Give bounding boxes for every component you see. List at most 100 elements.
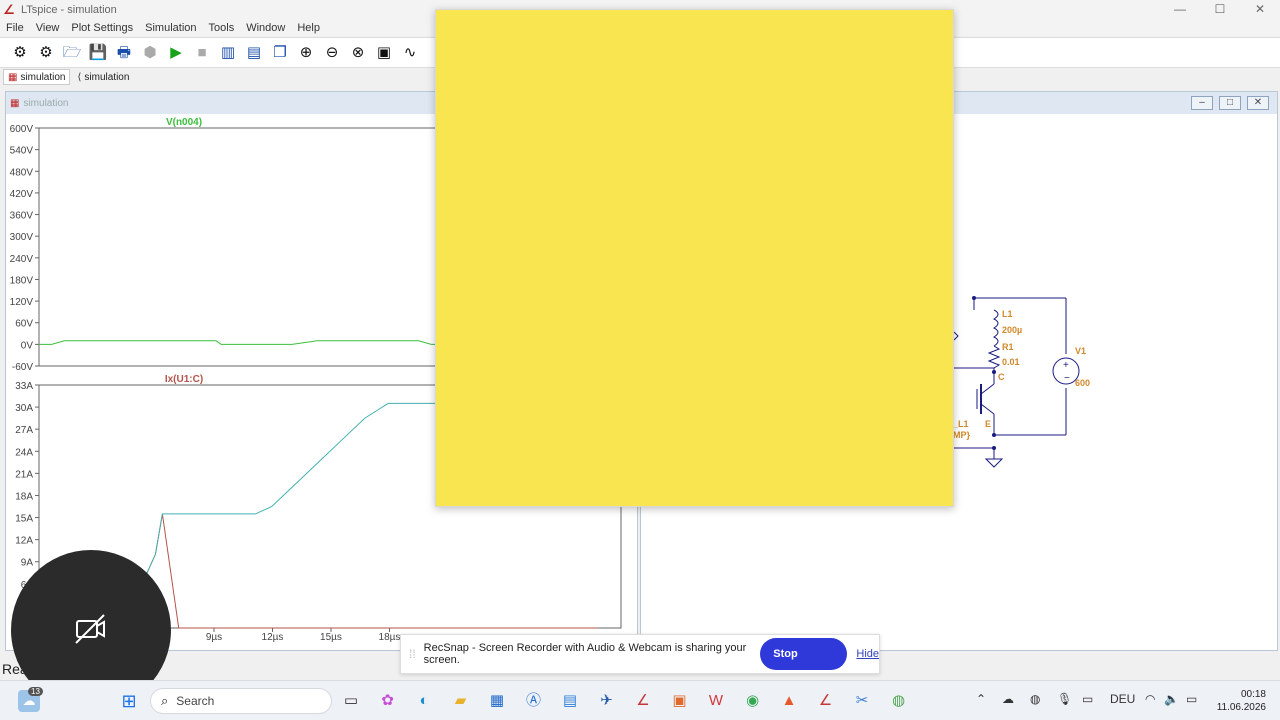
notepad-icon[interactable]: ▤	[559, 690, 581, 712]
pdf-reader-icon[interactable]: ▲	[778, 690, 800, 712]
menu-tools[interactable]: Tools	[203, 22, 241, 34]
clock[interactable]: 00:18 11.06.2026	[1217, 688, 1266, 714]
model-label-1: _L1	[952, 419, 969, 429]
close-button[interactable]: ✕	[1240, 0, 1280, 20]
weather-badge: 13	[28, 687, 43, 696]
tab-label: simulation	[84, 71, 130, 83]
y-tick-label: 33A	[15, 381, 33, 392]
taskbar: ☁ ⊞ ⌕ Search ▭ ✿ ◐ ▰ ▦ Ⓐ ▤ ✈ ∠ ▣ W ◉ ▲ ∠ ✂ ◍ ⌃ ☁ ◍ 🎙 ▭ …	[0, 680, 1280, 720]
waveform-window-title: simulation	[23, 97, 69, 109]
menu-help[interactable]: Help	[291, 22, 326, 34]
menu-file[interactable]: File	[0, 22, 30, 34]
copilot-icon[interactable]: ✿	[377, 690, 399, 712]
app-tray-icon[interactable]: ▭	[1082, 692, 1093, 706]
network-tray-icon[interactable]: ◍	[1030, 692, 1040, 706]
print-icon[interactable]: 🖶	[114, 43, 134, 63]
zoom-fit-icon[interactable]: ⊗	[348, 43, 368, 63]
menu-plot-settings[interactable]: Plot Settings	[65, 22, 139, 34]
junction-dot	[972, 296, 976, 300]
halt-icon[interactable]: ⬢	[140, 43, 160, 63]
office-icon[interactable]: ▣	[669, 690, 691, 712]
close-button[interactable]: ✕	[1247, 96, 1269, 110]
tile-vertical-icon[interactable]: ▥	[218, 43, 238, 63]
junction-dot	[992, 370, 996, 374]
y-tick-label: 21A	[15, 469, 33, 480]
schematic-window-controls: – □ ✕	[1191, 96, 1269, 110]
tab-waveform[interactable]: ▦ simulation	[3, 69, 71, 85]
r1-value: 0.01	[1002, 357, 1020, 367]
resistor-stub	[953, 331, 959, 341]
overlay-panel	[435, 9, 954, 507]
ltspice-icon-2[interactable]: ∠	[815, 690, 837, 712]
app-icon[interactable]: Ⓐ	[523, 690, 545, 712]
search-box[interactable]: ⌕ Search	[150, 688, 332, 714]
y-tick-label: 24A	[15, 447, 33, 458]
wps-icon[interactable]: W	[705, 690, 727, 712]
menu-window[interactable]: Window	[240, 22, 291, 34]
tab-schematic[interactable]: ⟨ simulation	[73, 69, 133, 85]
x-tick-label: 15µs	[320, 632, 342, 643]
settings-alt-icon[interactable]: ⚙	[36, 43, 56, 63]
l1-name: L1	[1002, 309, 1013, 319]
save-icon[interactable]: 💾	[88, 43, 108, 63]
microphone-icon[interactable]: 🎙	[1057, 692, 1072, 706]
v1-name: V1	[1075, 346, 1086, 356]
waveform-doc-icon: ▦	[8, 71, 18, 83]
autorange-icon[interactable]: ▣	[374, 43, 394, 63]
hide-link[interactable]: Hide	[856, 648, 879, 660]
l1-value: 200µ	[1002, 325, 1022, 335]
cascade-icon[interactable]: ❐	[270, 43, 290, 63]
y-tick-label: 30A	[15, 403, 33, 414]
onedrive-icon[interactable]: ☁	[1002, 692, 1014, 706]
maximize-button[interactable]: □	[1219, 96, 1241, 110]
igbt-collector	[980, 383, 995, 395]
task-view-icon[interactable]: ▭	[340, 690, 362, 712]
file-explorer-icon[interactable]: ▰	[450, 690, 472, 712]
zoom-in-icon[interactable]: ⊕	[296, 43, 316, 63]
ltspice-icon[interactable]: ∠	[632, 690, 654, 712]
gear-icon[interactable]: ⚙	[10, 43, 30, 63]
tile-horizontal-icon[interactable]: ▤	[244, 43, 264, 63]
waveform-doc-icon: ▦	[10, 97, 20, 109]
y-tick-label: 540V	[10, 146, 34, 157]
y-tick-label: 18A	[15, 491, 33, 502]
y-tick-label: 15A	[15, 514, 33, 525]
r1-name: R1	[1002, 342, 1014, 352]
edge-icon[interactable]: ◐	[413, 690, 435, 712]
y-tick-label: 360V	[10, 211, 34, 222]
wifi-icon[interactable]: ◠	[1145, 692, 1155, 706]
zoom-out-icon[interactable]: ⊖	[322, 43, 342, 63]
language-indicator[interactable]: DEU	[1110, 692, 1135, 706]
battery-icon[interactable]: ▭	[1186, 692, 1197, 706]
x-tick-label: 12µs	[262, 632, 284, 643]
ground-icon	[984, 458, 1004, 468]
waveform-icon[interactable]: ∿	[400, 43, 420, 63]
start-icon[interactable]: ⊞	[118, 690, 140, 712]
trace-title: V(n004)	[166, 117, 202, 128]
tray-chevron-icon[interactable]: ⌃	[976, 692, 986, 706]
open-folder-icon[interactable]: 🗁	[62, 43, 82, 63]
menu-view[interactable]: View	[30, 22, 66, 34]
inductor-l1	[992, 309, 999, 347]
screen-share-bar: ⁞⁞ RecSnap - Screen Recorder with Audio …	[400, 634, 880, 692]
maximize-button[interactable]: ☐	[1200, 0, 1240, 20]
x-tick-label: 9µs	[206, 632, 222, 643]
collector-label: C	[998, 372, 1005, 382]
y-tick-label: 0V	[21, 340, 34, 351]
run-icon[interactable]: ▶	[166, 43, 186, 63]
schematic-doc-icon: ⟨	[77, 71, 82, 83]
minimize-button[interactable]: –	[1191, 96, 1213, 110]
menu-simulation[interactable]: Simulation	[139, 22, 202, 34]
xcode-icon[interactable]: ✈	[596, 690, 618, 712]
stop-icon[interactable]: ■	[192, 43, 212, 63]
snipping-icon[interactable]: ✂	[851, 690, 873, 712]
stop-sharing-button[interactable]: Stop sharing	[760, 638, 848, 692]
volume-icon[interactable]: 🔈	[1164, 692, 1179, 706]
chrome-icon[interactable]: ◉	[742, 690, 764, 712]
y-tick-label: 180V	[10, 275, 34, 286]
drag-handle-icon[interactable]: ⁞⁞	[409, 647, 416, 661]
clock-time: 00:18	[1240, 689, 1266, 700]
store-icon[interactable]: ▦	[486, 690, 508, 712]
recsnap-icon[interactable]: ◍	[888, 690, 910, 712]
minimize-button[interactable]: —	[1160, 0, 1200, 20]
